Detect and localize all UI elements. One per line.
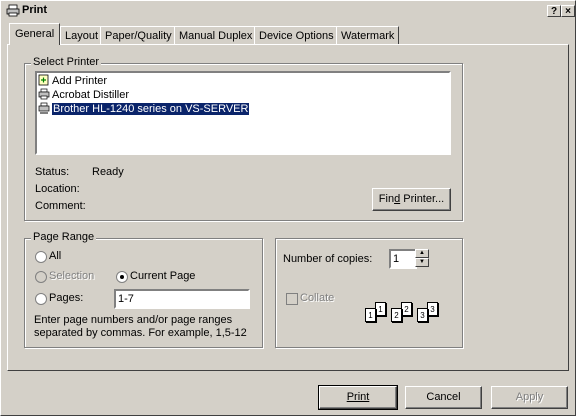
print-dialog: Print ? × General Layout Paper/Quality M…	[0, 0, 576, 416]
current-page-radio[interactable]	[116, 271, 128, 283]
close-button[interactable]: ×	[561, 5, 575, 17]
collate-checkbox[interactable]	[286, 293, 298, 305]
select-printer-legend: Select Printer	[31, 56, 102, 68]
spin-up-icon[interactable]: ▲	[415, 249, 429, 258]
selection-label: Selection	[49, 270, 95, 282]
page-range-legend: Page Range	[31, 231, 97, 243]
cancel-button[interactable]: Cancel	[405, 386, 482, 409]
printer-item-add[interactable]: Add Printer	[38, 74, 107, 88]
printer-list[interactable]: Add Printer Acrobat Distiller Brother HL…	[35, 71, 451, 155]
all-label: All	[49, 250, 62, 262]
tab-paper-quality[interactable]: Paper/Quality	[100, 26, 177, 44]
title-bar[interactable]: Print ? ×	[3, 3, 575, 19]
collate-label: Collate	[300, 292, 335, 304]
printer-title-icon	[6, 4, 20, 17]
comment-label: Comment:	[35, 200, 86, 212]
copies-input[interactable]: 1	[389, 249, 417, 269]
collate-page: 2	[401, 302, 412, 316]
selection-radio[interactable]	[35, 271, 47, 283]
help-button[interactable]: ?	[547, 5, 561, 17]
page-range-help-line2: separated by commas. For example, 1,5-12	[34, 327, 247, 339]
pages-radio[interactable]	[35, 293, 47, 305]
pages-input[interactable]: 1-7	[114, 289, 250, 309]
page-range-help-line1: Enter page numbers and/or page ranges	[34, 314, 233, 326]
print-button[interactable]: Print	[318, 385, 398, 410]
collate-page: 1	[365, 308, 376, 322]
location-label: Location:	[35, 183, 80, 195]
printer-item-brother[interactable]: Brother HL-1240 series on VS-SERVER	[38, 102, 250, 116]
printer-item-acrobat[interactable]: Acrobat Distiller	[38, 88, 129, 102]
spin-down-icon[interactable]: ▼	[415, 258, 429, 267]
apply-button[interactable]: Apply	[491, 386, 568, 409]
copies-spinner[interactable]: ▲ ▼	[415, 249, 429, 267]
network-printer-icon	[38, 102, 50, 114]
collate-page: 2	[391, 308, 402, 322]
all-radio[interactable]	[35, 251, 47, 263]
tab-general[interactable]: General	[9, 23, 61, 45]
collate-page: 1	[375, 302, 386, 316]
add-printer-icon	[38, 74, 50, 86]
current-page-label: Current Page	[130, 270, 196, 282]
collate-page: 3	[417, 308, 428, 322]
status-label: Status:	[35, 166, 70, 178]
tab-manual-duplex[interactable]: Manual Duplex	[174, 26, 258, 44]
window-title: Print	[22, 4, 48, 16]
find-printer-button[interactable]: Find Printer...	[372, 188, 451, 211]
tab-device-options[interactable]: Device Options	[254, 26, 339, 44]
pages-label: Pages:	[49, 292, 84, 304]
tab-layout[interactable]: Layout	[60, 26, 104, 44]
tab-watermark[interactable]: Watermark	[336, 26, 400, 44]
printer-icon	[38, 88, 50, 100]
status-value: Ready	[92, 166, 124, 178]
number-of-copies-label: Number of copies:	[283, 253, 373, 265]
collate-page: 3	[427, 302, 438, 316]
